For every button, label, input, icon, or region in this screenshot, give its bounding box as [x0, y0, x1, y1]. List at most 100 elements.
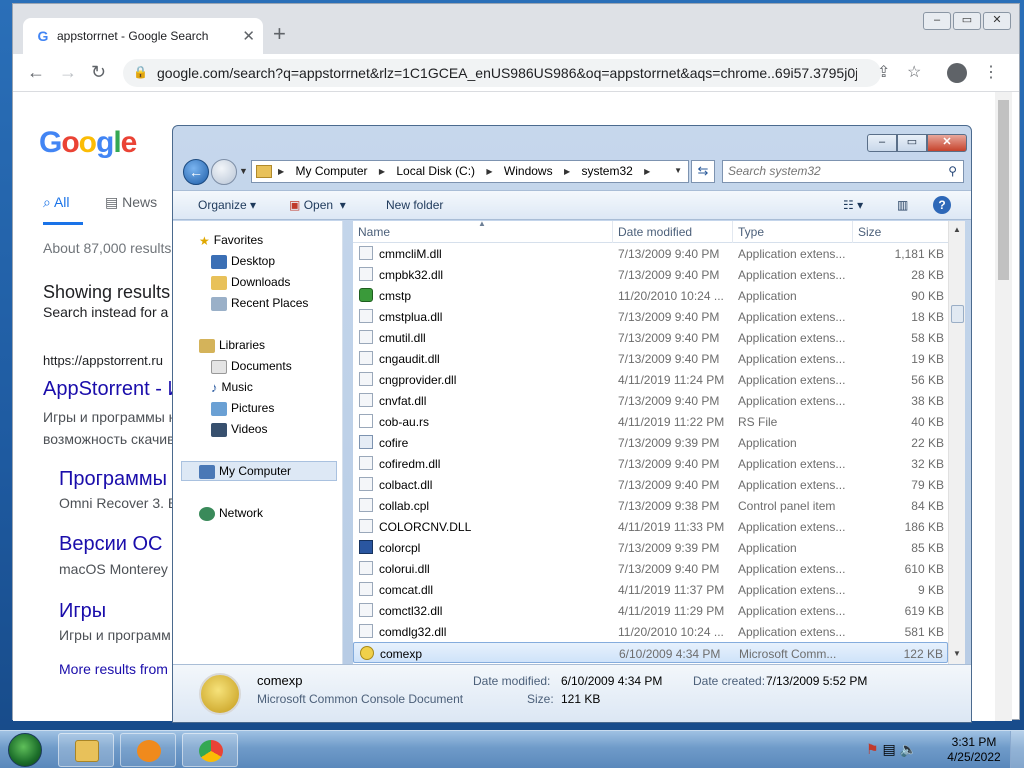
scroll-up-icon[interactable]: ▲ [953, 225, 961, 234]
refresh-button[interactable]: ⇆ [691, 160, 715, 183]
scroll-down-icon[interactable]: ▼ [953, 649, 961, 658]
page-scrollbar[interactable] [995, 92, 1012, 721]
crumb-windows[interactable]: Windows [504, 164, 553, 178]
menu-kebab-icon[interactable]: ⋮ [983, 62, 999, 82]
file-row[interactable]: comcat.dll 4/11/2019 11:37 PM Application … [353, 579, 948, 600]
minimize-button[interactable]: – [923, 12, 951, 30]
chevron-right-icon[interactable]: ▶ [379, 167, 385, 176]
result-title[interactable]: AppStorrent - И [43, 378, 182, 401]
file-row[interactable]: cmstplua.dll 7/13/2009 9:40 PM Application… [353, 306, 948, 327]
file-row[interactable]: cngaudit.dll 7/13/2009 9:40 PM Application… [353, 348, 948, 369]
back-arrow-icon[interactable]: ← [27, 62, 45, 83]
view-options-icon[interactable]: ☷ ▾ [843, 198, 863, 212]
nav-recent-places[interactable]: Recent Places [211, 296, 308, 316]
file-row[interactable]: cob-au.rs 4/11/2019 11:22 PM RS File 40 KB [353, 411, 948, 432]
sitelink-title[interactable]: Версии ОС [59, 533, 163, 556]
share-icon[interactable]: ⇪ [877, 62, 890, 82]
chevron-right-icon[interactable]: ▶ [278, 167, 284, 176]
close-button[interactable]: ✕ [927, 134, 967, 152]
file-list-scrollbar[interactable]: ▲ ▼ [948, 221, 965, 664]
chevron-right-icon[interactable]: ▶ [564, 167, 570, 176]
nav-music[interactable]: ♪ Music [211, 380, 253, 400]
chevron-right-icon[interactable]: ▶ [644, 167, 650, 176]
nav-documents[interactable]: Documents [211, 359, 292, 379]
bookmark-star-icon[interactable]: ☆ [907, 62, 921, 82]
new-tab-icon[interactable]: + [273, 23, 286, 45]
file-row[interactable]: cmstp 11/20/2010 10:24 ... Application 90 K… [353, 285, 948, 306]
search-input[interactable] [728, 164, 938, 178]
address-bar[interactable]: 🔒 google.com/search?q=appstorrnet&rlz=1C… [123, 59, 881, 87]
column-size[interactable]: Size [858, 225, 881, 239]
open-button[interactable]: ▣ Open ▾ [289, 198, 346, 212]
taskbar-explorer[interactable] [58, 733, 114, 767]
nav-libraries[interactable]: Libraries [199, 338, 265, 358]
file-row[interactable]: collab.cpl 7/13/2009 9:38 PM Control panel… [353, 495, 948, 516]
forward-button[interactable] [211, 159, 237, 185]
new-folder-button[interactable]: New folder [386, 198, 443, 212]
search-instead[interactable]: Search instead for a [43, 304, 168, 320]
file-row[interactable]: cmpbk32.dll 7/13/2009 9:40 PM Application … [353, 264, 948, 285]
back-button[interactable]: ← [183, 159, 209, 185]
close-button[interactable]: ✕ [983, 12, 1011, 30]
file-row[interactable]: colorcpl 7/13/2009 9:39 PM Application 85 K… [353, 537, 948, 558]
file-row[interactable]: COLORCNV.DLL 4/11/2019 11:33 PM Applicatio… [353, 516, 948, 537]
forward-arrow-icon[interactable]: → [59, 62, 77, 83]
crumb-local-disk[interactable]: Local Disk (C:) [396, 164, 475, 178]
history-dropdown-icon[interactable]: ▼ [239, 166, 248, 176]
more-results-link[interactable]: More results from [59, 661, 168, 677]
nav-desktop[interactable]: Desktop [211, 254, 275, 274]
address-dropdown-icon[interactable]: ▼ [674, 166, 682, 175]
scrollbar-thumb[interactable] [951, 305, 964, 323]
sitelink-title[interactable]: Программы [59, 468, 167, 491]
show-desktop-button[interactable] [1010, 731, 1024, 768]
result-url[interactable]: https://appstorrent.ru [43, 353, 163, 368]
file-row[interactable]: cmutil.dll 7/13/2009 9:40 PM Application e… [353, 327, 948, 348]
column-date[interactable]: Date modified [618, 225, 692, 239]
nav-favorites[interactable]: ★ Favorites [199, 233, 263, 253]
clock[interactable]: 3:31 PM 4/25/2022 [946, 735, 1002, 765]
google-logo[interactable]: Google [39, 126, 137, 160]
crumb-system32[interactable]: system32 [581, 164, 632, 178]
sitelink-title[interactable]: Игры [59, 600, 106, 623]
taskbar-media-player[interactable] [120, 733, 176, 767]
file-row[interactable]: cofire 7/13/2009 9:39 PM Application 22 KB [353, 432, 948, 453]
search-icon[interactable]: ⚲ [948, 164, 957, 178]
profile-avatar-icon[interactable] [947, 63, 967, 83]
file-row[interactable]: comctl32.dll 4/11/2019 11:29 PM Applicatio… [353, 600, 948, 621]
nav-pictures[interactable]: Pictures [211, 401, 274, 421]
file-row[interactable]: cmmcliM.dll 7/13/2009 9:40 PM Application … [353, 243, 948, 264]
column-divider[interactable] [852, 221, 853, 243]
column-divider[interactable] [732, 221, 733, 243]
taskbar-chrome[interactable] [182, 733, 238, 767]
file-row[interactable]: cnvfat.dll 7/13/2009 9:40 PM Application e… [353, 390, 948, 411]
volume-icon[interactable]: 🔈 [900, 741, 917, 757]
nav-downloads[interactable]: Downloads [211, 275, 290, 295]
maximize-button[interactable]: ▭ [897, 134, 927, 152]
reload-icon[interactable]: ↻ [91, 62, 106, 83]
nav-videos[interactable]: Videos [211, 422, 267, 442]
search-box[interactable]: ⚲ [722, 160, 964, 183]
tab-news[interactable]: ▤ News [105, 194, 157, 211]
action-center-icon[interactable]: ⚑ [866, 741, 879, 757]
scrollbar-thumb[interactable] [998, 100, 1009, 280]
nav-my-computer[interactable]: My Computer [199, 464, 291, 484]
address-breadcrumb[interactable]: ▶ My Computer ▶ Local Disk (C:) ▶ Window… [251, 160, 689, 183]
file-row[interactable]: colorui.dll 7/13/2009 9:40 PM Application … [353, 558, 948, 579]
nav-network[interactable]: Network [199, 506, 263, 526]
browser-tab[interactable]: G appstorrnet - Google Search ✕ [23, 18, 263, 54]
tab-close-icon[interactable]: ✕ [242, 27, 255, 45]
help-icon[interactable]: ? [933, 196, 951, 214]
network-tray-icon[interactable]: ▤ [882, 741, 895, 757]
crumb-my-computer[interactable]: My Computer [296, 164, 368, 178]
file-row[interactable]: comdlg32.dll 11/20/2010 10:24 ... Applicat… [353, 621, 948, 642]
file-row[interactable]: cofiredm.dll 7/13/2009 9:40 PM Application… [353, 453, 948, 474]
column-name[interactable]: Name [358, 225, 390, 239]
organize-button[interactable]: Organize ▾ [198, 198, 256, 212]
column-type[interactable]: Type [738, 225, 764, 239]
minimize-button[interactable]: – [867, 134, 897, 152]
maximize-button[interactable]: ▭ [953, 12, 981, 30]
column-divider[interactable] [612, 221, 613, 243]
tab-all[interactable]: ⌕ All [43, 194, 70, 211]
start-button[interactable] [8, 733, 42, 767]
file-row[interactable]: colbact.dll 7/13/2009 9:40 PM Application … [353, 474, 948, 495]
